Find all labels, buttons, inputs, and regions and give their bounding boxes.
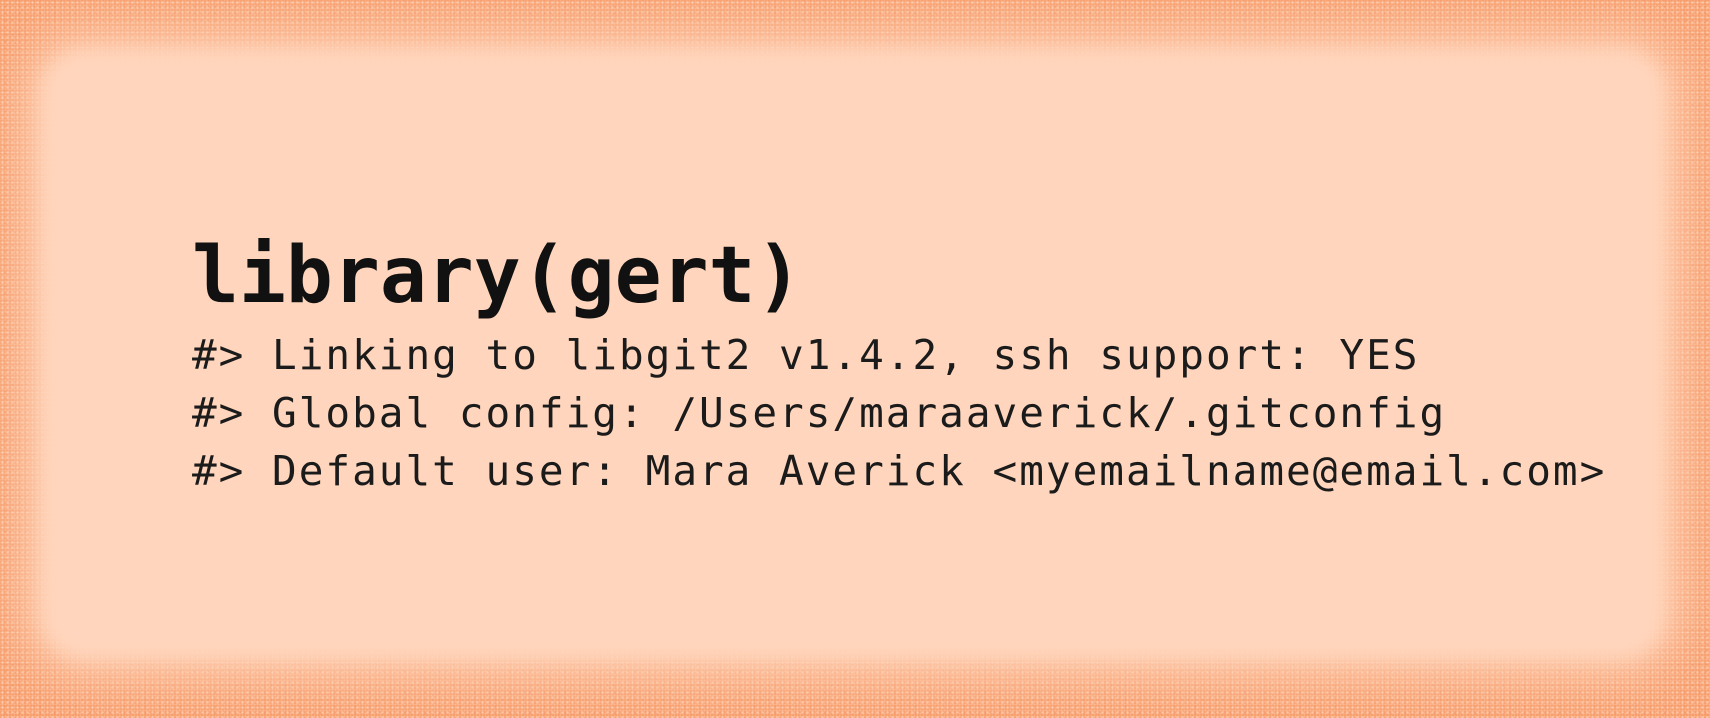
output-line-default-user: #> Default user: Mara Averick <myemailna… — [192, 447, 1607, 495]
console-output: #> Linking to libgit2 v1.4.2, ssh suppor… — [192, 326, 1606, 500]
output-line-libgit2: #> Linking to libgit2 v1.4.2, ssh suppor… — [192, 331, 1420, 379]
output-line-global-config: #> Global config: /Users/maraaverick/.gi… — [192, 389, 1447, 437]
code-block: library(gert) #> Linking to libgit2 v1.4… — [192, 232, 1606, 500]
r-command: library(gert) — [192, 231, 803, 321]
speckled-border-frame: library(gert) #> Linking to libgit2 v1.4… — [0, 0, 1710, 718]
